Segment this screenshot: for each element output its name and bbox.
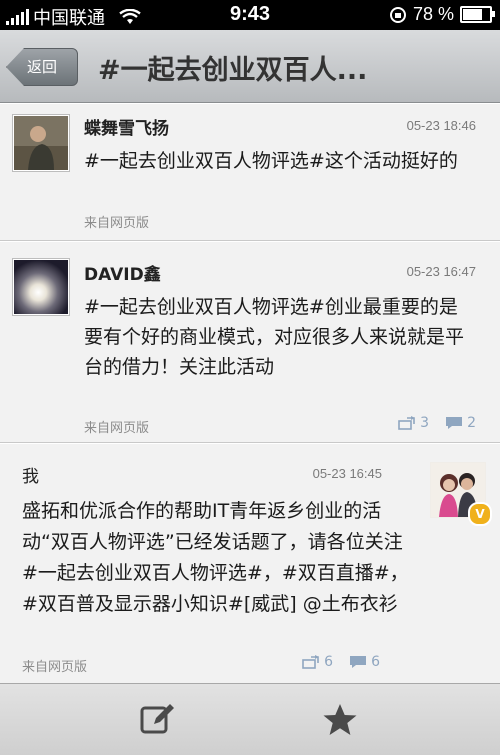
battery-indicator: 78 % xyxy=(389,4,495,25)
battery-percent: 78 % xyxy=(412,4,454,24)
post-time: 05-23 18:46 xyxy=(406,118,476,133)
post-source: 来自网页版 xyxy=(84,216,150,231)
avatar-photo xyxy=(14,116,68,170)
comment-icon xyxy=(350,656,367,668)
comment-count[interactable]: 2 xyxy=(445,415,476,431)
avatar[interactable] xyxy=(12,258,70,316)
topic-feed[interactable]: 蝶舞雪飞扬 05-23 18:46 #一起去创业双百人物评选#这个活动挺好的 来… xyxy=(0,103,500,683)
repost-count[interactable]: 6 xyxy=(302,654,333,670)
post-source: 来自网页版 xyxy=(84,421,150,436)
post-item[interactable]: DAVID鑫 05-23 16:47 #一起去创业双百人物评选#创业最重要的是要… xyxy=(0,241,500,443)
rotation-lock-icon xyxy=(389,6,406,23)
repost-icon xyxy=(302,655,320,669)
repost-icon xyxy=(398,416,416,430)
post-stats: 6 6 xyxy=(302,654,380,670)
post-item[interactable]: 蝶舞雪飞扬 05-23 18:46 #一起去创业双百人物评选#这个活动挺好的 来… xyxy=(0,103,500,241)
post-author[interactable]: 我 xyxy=(22,462,39,487)
avatar[interactable] xyxy=(12,114,70,172)
comment-count[interactable]: 6 xyxy=(349,654,380,670)
comment-count-value: 2 xyxy=(467,415,476,431)
post-content: #一起去创业双百人物评选#创业最重要的是要有个好的商业模式，对应很多人来说就是平… xyxy=(84,296,465,378)
repost-count[interactable]: 3 xyxy=(398,415,429,431)
post-time: 05-23 16:47 xyxy=(406,264,476,279)
navigation-bar: 返回 #一起去创业双百人... xyxy=(0,30,500,103)
verified-badge: V xyxy=(468,502,492,526)
back-button[interactable]: 返回 xyxy=(6,48,78,86)
avatar[interactable]: V xyxy=(430,462,492,526)
post-content: #一起去创业双百人物评选#这个活动挺好的 xyxy=(84,150,458,172)
post-author[interactable]: DAVID鑫 xyxy=(84,260,161,285)
post-stats: 3 2 xyxy=(398,415,476,431)
comment-count-value: 6 xyxy=(371,654,380,670)
avatar-photo xyxy=(14,260,68,314)
status-bar: 中国联通 9:43 78 % xyxy=(0,0,500,30)
post-time: 05-23 16:45 xyxy=(312,466,382,481)
comment-icon xyxy=(446,417,463,429)
compose-icon[interactable] xyxy=(138,702,178,738)
star-icon[interactable] xyxy=(320,702,360,738)
page-title: #一起去创业双百人... xyxy=(98,55,368,86)
battery-icon xyxy=(460,6,495,23)
repost-count-value: 3 xyxy=(420,415,430,431)
post-content: 盛拓和优派合作的帮助IT青年返乡创业的活动“双百人物评选”已经发话题了，请各位关… xyxy=(22,500,409,615)
post-source: 来自网页版 xyxy=(22,660,88,675)
post-author[interactable]: 蝶舞雪飞扬 xyxy=(84,114,169,139)
repost-count-value: 6 xyxy=(324,654,334,670)
bottom-toolbar xyxy=(0,683,500,755)
post-item[interactable]: 我 05-23 16:45 V 盛拓和优派合作的帮助IT青年返乡创业的活动“双百… xyxy=(0,443,500,683)
